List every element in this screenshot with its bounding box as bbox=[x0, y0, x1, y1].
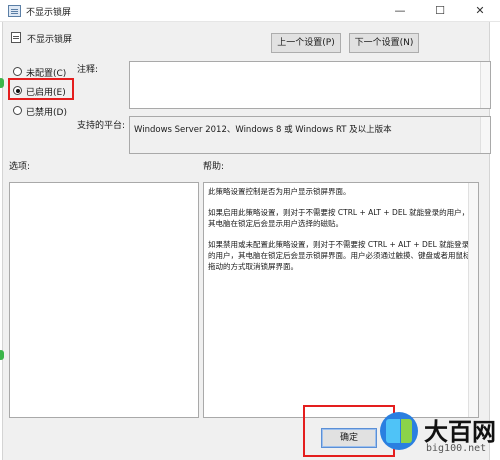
help-scrollbar[interactable] bbox=[468, 183, 478, 417]
setting-document-icon bbox=[11, 32, 21, 43]
radio-circle-icon[interactable] bbox=[13, 106, 22, 115]
watermark-url: big100.net bbox=[426, 443, 487, 454]
watermark-logo-icon bbox=[380, 412, 418, 450]
background-edge-marker bbox=[0, 78, 4, 88]
watermark-logo: 大百网 big100.net bbox=[376, 410, 500, 460]
watermark-name: 大百网 bbox=[424, 418, 496, 446]
comment-scrollbar[interactable] bbox=[480, 62, 490, 108]
next-setting-button[interactable]: 下一个设置(N) bbox=[349, 33, 419, 53]
help-paragraph: 此策略设置控制是否为用户显示锁屏界面。 bbox=[208, 187, 351, 196]
supported-platform-value: Windows Server 2012、Windows 8 或 Windows … bbox=[134, 125, 392, 135]
highlight-box-enabled bbox=[8, 78, 74, 100]
setting-name: 不显示锁屏 bbox=[27, 35, 73, 45]
comment-input[interactable] bbox=[129, 61, 491, 109]
supported-platform-label: 支持的平台: bbox=[77, 121, 126, 131]
previous-setting-button[interactable]: 上一个设置(P) bbox=[271, 33, 341, 53]
help-panel: 此策略设置控制是否为用户显示锁屏界面。 如果启用此策略设置，则对于不需要按 CT… bbox=[203, 182, 479, 418]
help-paragraph: 如果启用此策略设置，则对于不需要按 CTRL + ALT + DEL 就能登录的… bbox=[208, 208, 470, 228]
radio-circle-icon[interactable] bbox=[13, 67, 22, 76]
radio-label: 已禁用(D) bbox=[26, 108, 67, 118]
close-button[interactable]: ✕ bbox=[460, 0, 500, 22]
maximize-button[interactable]: ☐ bbox=[420, 0, 460, 22]
policy-dialog: 不显示锁屏 上一个设置(P) 下一个设置(N) 未配置(C) 已启用(E) 已禁… bbox=[2, 22, 491, 460]
help-label: 帮助: bbox=[203, 162, 225, 172]
options-panel bbox=[9, 182, 199, 418]
comment-label: 注释: bbox=[77, 65, 99, 75]
help-paragraph: 如果禁用或未配置此策略设置，则对于不需要按 CTRL + ALT + DEL 就… bbox=[208, 240, 471, 271]
title-bar: 不显示锁屏 — ☐ ✕ bbox=[0, 0, 500, 22]
platform-scrollbar[interactable] bbox=[480, 117, 490, 153]
background-edge-marker bbox=[0, 350, 4, 360]
window-title: 不显示锁屏 bbox=[26, 8, 72, 18]
options-label: 选项: bbox=[9, 162, 31, 172]
supported-platform-box: Windows Server 2012、Windows 8 或 Windows … bbox=[129, 116, 491, 154]
minimize-button[interactable]: — bbox=[380, 0, 420, 22]
policy-app-icon bbox=[8, 5, 21, 17]
